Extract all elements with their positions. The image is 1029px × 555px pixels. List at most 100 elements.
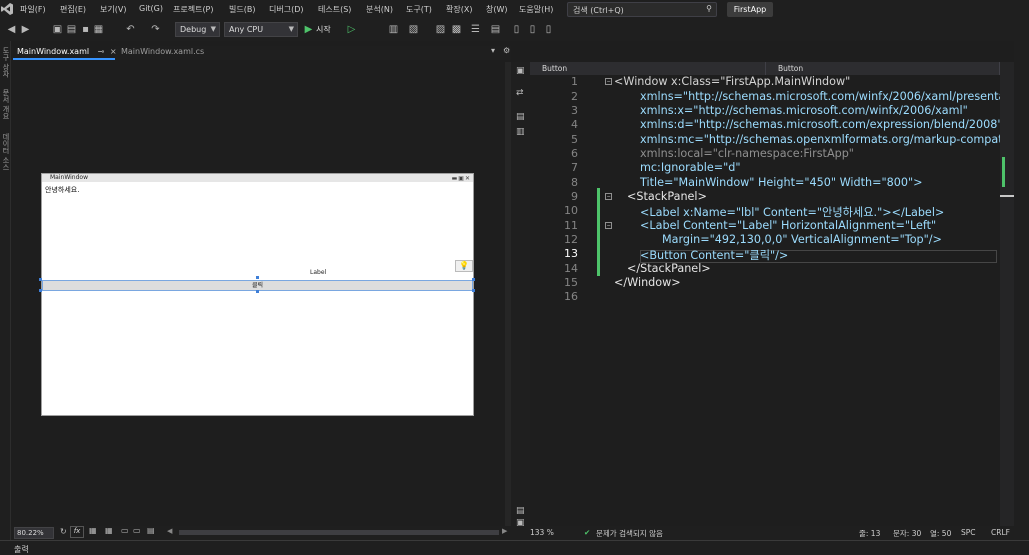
whitespace-mode[interactable]: SPC xyxy=(961,528,976,537)
new-project-icon[interactable]: ▣ xyxy=(52,24,63,35)
settings-icon[interactable]: ⚙ xyxy=(503,46,510,55)
collapse-icon[interactable]: − xyxy=(605,193,612,200)
menu-test[interactable]: 테스트(S) xyxy=(318,4,351,16)
snap-grid-icon[interactable]: ▦ xyxy=(105,526,113,535)
refresh-icon[interactable]: ↻ xyxy=(60,527,67,536)
undo-icon[interactable]: ↶ xyxy=(125,24,136,35)
menu-project[interactable]: 프로젝트(P) xyxy=(173,4,214,16)
scroll-left-icon[interactable]: ◀ xyxy=(167,527,172,535)
visual-studio-logo-icon[interactable] xyxy=(0,2,14,16)
tab-mainwindow-xaml-cs[interactable]: MainWindow.xaml.cs xyxy=(117,46,208,60)
start-play-icon[interactable]: ▶ xyxy=(303,24,314,35)
start-label[interactable]: 시작 xyxy=(316,24,331,35)
bookmark-icon[interactable]: ▯ xyxy=(511,24,522,35)
platform-combo[interactable]: Any CPU ▼ xyxy=(224,22,298,37)
collapse-pane-icon[interactable]: ▣ xyxy=(516,518,525,528)
tab-mainwindow-xaml[interactable]: MainWindow.xaml ⊸ × xyxy=(13,46,117,60)
scroll-right-icon[interactable]: ▶ xyxy=(502,527,507,535)
browser-link-icon[interactable]: ▥ xyxy=(388,24,399,35)
menu-edit[interactable]: 편집(E) xyxy=(60,4,86,16)
toolbar-tool2-icon[interactable]: ▩ xyxy=(451,24,462,35)
menu-build[interactable]: 빌드(B) xyxy=(229,4,255,16)
swap-panes-icon[interactable]: ⇄ xyxy=(516,88,525,98)
quick-actions-lightbulb-icon[interactable]: 💡 xyxy=(455,260,473,272)
menu-debug[interactable]: 디버그(D) xyxy=(269,4,303,16)
code-line[interactable]: <StackPanel> xyxy=(627,190,707,203)
fx-toggle-button[interactable]: fx xyxy=(70,526,84,538)
xaml-pane-icon[interactable]: ▤ xyxy=(516,506,525,516)
toolbox-tab[interactable]: 도구 상자 xyxy=(0,47,11,77)
resize-handle[interactable] xyxy=(472,289,475,292)
label-lbl[interactable]: 안녕하세요. xyxy=(45,185,79,195)
start-without-debug-icon[interactable]: ▷ xyxy=(346,24,357,35)
pin-icon[interactable]: ⊸ xyxy=(98,47,105,56)
member-combo[interactable]: Button xyxy=(766,62,1000,75)
collapse-icon[interactable]: − xyxy=(605,78,612,85)
collapse-icon[interactable]: − xyxy=(605,222,612,229)
resize-handle[interactable] xyxy=(39,289,42,292)
code-line[interactable]: <Window x:Class="FirstApp.MainWindow" xyxy=(614,75,850,88)
editor-zoom[interactable]: 133 % xyxy=(530,528,554,537)
layout-icon[interactable]: ▧ xyxy=(408,24,419,35)
line-ending-mode[interactable]: CRLF xyxy=(991,528,1010,537)
back-icon[interactable]: ◀ xyxy=(6,24,17,35)
device-icon[interactable]: ▤ xyxy=(147,526,155,535)
menu-file[interactable]: 파일(F) xyxy=(20,4,46,16)
element-scope-combo[interactable]: Button xyxy=(530,62,766,75)
menu-window[interactable]: 창(W) xyxy=(486,4,508,16)
search-box[interactable]: 검색 (Ctrl+Q) ⚲ xyxy=(567,2,717,17)
code-line[interactable]: <Label x:Name="lbl" Content="안녕하세요."></L… xyxy=(640,204,944,220)
comment-icon[interactable]: ☰ xyxy=(470,24,481,35)
snap-lines-icon[interactable]: ▭ xyxy=(133,526,141,535)
label-label[interactable]: Label xyxy=(310,269,326,276)
open-file-icon[interactable]: ▤ xyxy=(66,24,77,35)
code-line[interactable]: </StackPanel> xyxy=(627,262,711,275)
code-line[interactable]: xmlns="http://schemas.microsoft.com/winf… xyxy=(640,90,1013,103)
output-panel-header[interactable]: 출력 xyxy=(0,540,1029,555)
vertical-split-icon[interactable]: ▥ xyxy=(516,127,525,137)
code-line[interactable]: xmlns:mc="http://schemas.openxmlformats.… xyxy=(640,133,1016,146)
design-pane-icon[interactable]: ▣ xyxy=(516,66,525,76)
editor-vertical-scrollbar[interactable] xyxy=(1000,62,1014,526)
grid-icon[interactable]: ▦ xyxy=(89,526,97,535)
menu-analyze[interactable]: 분석(N) xyxy=(366,4,393,16)
resize-handle[interactable] xyxy=(39,278,42,281)
toolbar-tool-icon[interactable]: ▨ xyxy=(435,24,446,35)
code-line[interactable]: xmlns:d="http://schemas.microsoft.com/ex… xyxy=(640,118,1002,131)
code-line[interactable]: Margin="492,130,0,0" VerticalAlignment="… xyxy=(662,233,942,246)
menu-tools[interactable]: 도구(T) xyxy=(406,4,432,16)
solution-config-combo[interactable]: Debug ▼ xyxy=(175,22,220,37)
menu-extensions[interactable]: 확장(X) xyxy=(446,4,472,16)
document-outline-tab[interactable]: 문서 개요 xyxy=(0,89,11,119)
code-line[interactable]: mc:Ignorable="d" xyxy=(640,161,740,174)
save-all-icon[interactable]: ▦ xyxy=(93,24,104,35)
data-sources-tab[interactable]: 데이터 소스 xyxy=(0,133,11,170)
bookmark-prev-icon[interactable]: ▯ xyxy=(527,24,538,35)
design-window-preview[interactable]: MainWindow ▬▣✕ 안녕하세요. Label 💡 클릭 xyxy=(39,173,475,416)
designer-horizontal-scrollbar[interactable] xyxy=(179,530,499,535)
code-line[interactable]: xmlns:x="http://schemas.microsoft.com/wi… xyxy=(640,104,968,117)
bookmark-next-icon[interactable]: ▯ xyxy=(543,24,554,35)
artboard-icon[interactable]: ▭ xyxy=(121,526,129,535)
close-icon[interactable]: × xyxy=(110,47,117,56)
save-icon[interactable]: ▪ xyxy=(80,24,91,35)
issues-status[interactable]: 문제가 검색되지 않음 xyxy=(596,528,663,539)
resize-handle[interactable] xyxy=(256,276,259,279)
code-line[interactable]: Title="MainWindow" Height="450" Width="8… xyxy=(640,176,922,189)
horizontal-split-icon[interactable]: ▤ xyxy=(516,112,525,122)
forward-icon[interactable]: ▶ xyxy=(20,24,31,35)
menu-help[interactable]: 도움말(H) xyxy=(519,4,553,16)
code-line[interactable]: <Label Content="Label" HorizontalAlignme… xyxy=(640,219,936,232)
uncomment-icon[interactable]: ▤ xyxy=(490,24,501,35)
code-line[interactable]: </Window> xyxy=(614,276,681,289)
designer-zoom-combo[interactable]: 80.22% xyxy=(14,527,54,539)
resize-handle[interactable] xyxy=(256,290,259,293)
tab-overflow-icon[interactable]: ▾ xyxy=(491,46,495,55)
menu-git[interactable]: Git(G) xyxy=(139,4,163,16)
menu-view[interactable]: 보기(V) xyxy=(100,4,126,16)
redo-icon[interactable]: ↷ xyxy=(150,24,161,35)
code-line[interactable]: xmlns:local="clr-namespace:FirstApp" xyxy=(640,147,854,160)
xaml-code-editor[interactable]: 1 2 3 4 5 6 7 8 9 10 11 12 13 14 15 16 −… xyxy=(530,75,1016,526)
code-line-current[interactable]: <Button Content="클릭"/> xyxy=(640,247,788,263)
resize-handle[interactable] xyxy=(472,278,475,281)
